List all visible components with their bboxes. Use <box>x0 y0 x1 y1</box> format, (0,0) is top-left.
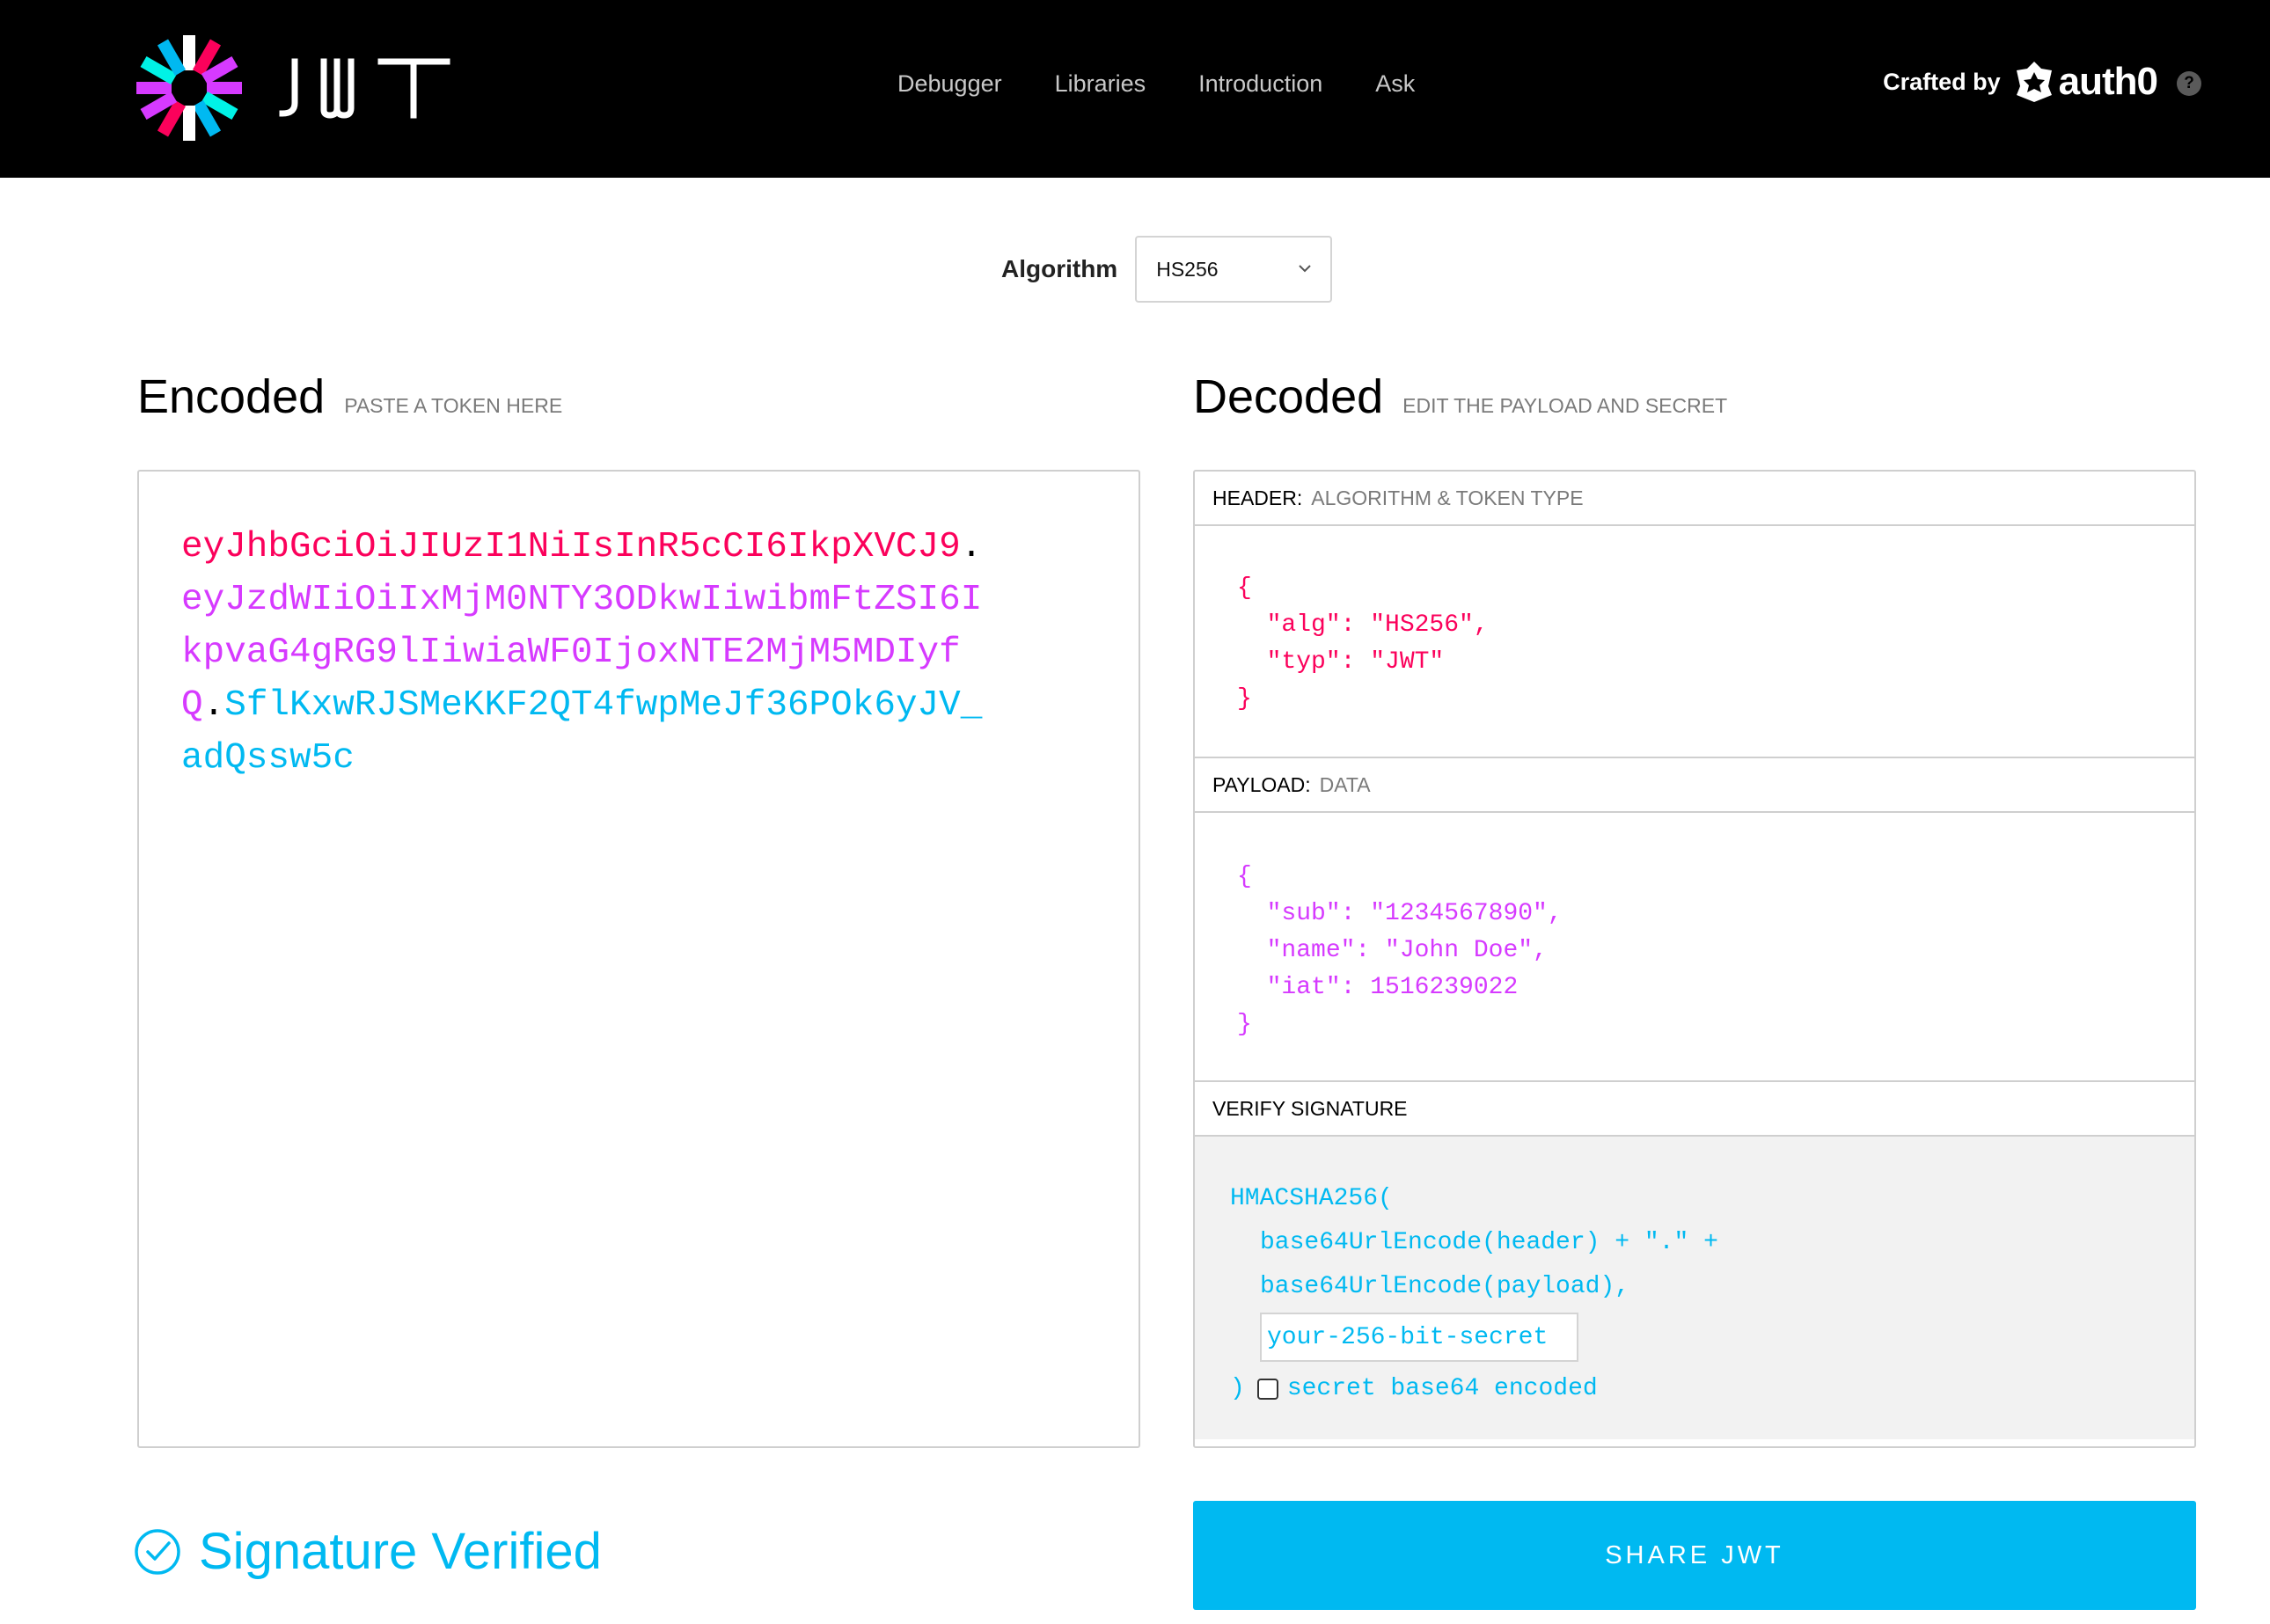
algorithm-value: HS256 <box>1156 257 1219 281</box>
payload-json[interactable]: { "sub": "1234567890", "name": "John Doe… <box>1195 859 2194 1043</box>
nav-introduction[interactable]: Introduction <box>1198 70 1322 98</box>
auth0-shield-icon <box>2016 62 2052 102</box>
sig-header-line: base64UrlEncode(header) + "." + <box>1260 1229 1718 1256</box>
encoded-token[interactable]: eyJhbGciOiJIUzI1NiIsInR5cCI6IkpXVCJ9.eyJ… <box>181 521 1000 785</box>
sig-close-paren: ) <box>1230 1375 1245 1402</box>
main-nav: Debugger Libraries Introduction Ask <box>897 70 1468 98</box>
chevron-down-icon <box>1299 265 1311 273</box>
decoded-heading: Decoded EDIT THE PAYLOAD AND SECRET <box>1193 369 1727 424</box>
share-jwt-button[interactable]: SHARE JWT <box>1193 1501 2196 1610</box>
check-circle-icon <box>135 1528 180 1575</box>
sig-payload-line: base64UrlEncode(payload), <box>1260 1273 1630 1300</box>
payload-label: PAYLOAD: <box>1212 772 1311 796</box>
algorithm-label: Algorithm <box>1001 255 1118 282</box>
token-header-part: eyJhbGciOiJIUzI1NiIsInR5cCI6IkpXVCJ9 <box>181 527 961 567</box>
encoded-subtitle: PASTE A TOKEN HERE <box>344 394 563 417</box>
decoded-title: Decoded <box>1193 370 1384 423</box>
help-icon[interactable]: ? <box>2177 71 2201 96</box>
verify-label: VERIFY SIGNATURE <box>1212 1096 1408 1120</box>
header-desc: ALGORITHM & TOKEN TYPE <box>1311 486 1584 509</box>
sig-function: HMACSHA256( <box>1230 1185 1393 1212</box>
nav-libraries[interactable]: Libraries <box>1055 70 1146 98</box>
crafted-by-label: Crafted by <box>1883 68 2001 95</box>
algorithm-selector: Algorithm HS256 <box>1001 236 1333 303</box>
payload-section-title: PAYLOAD: DATA <box>1195 758 2194 813</box>
encoded-title: Encoded <box>137 370 326 423</box>
verify-signature-body: HMACSHA256( base64UrlEncode(header) + ".… <box>1195 1137 2194 1439</box>
decoded-subtitle: EDIT THE PAYLOAD AND SECRET <box>1402 394 1728 417</box>
algorithm-select[interactable]: HS256 <box>1135 236 1333 303</box>
jwt-wordmark <box>279 58 450 119</box>
header-label: HEADER: <box>1212 486 1303 509</box>
top-navbar: Debugger Libraries Introduction Ask Craf… <box>0 0 2270 178</box>
base64-label: secret base64 encoded <box>1286 1375 1598 1402</box>
header-section-title: HEADER: ALGORITHM & TOKEN TYPE <box>1195 472 2194 526</box>
jwt-logo-icon <box>136 35 242 141</box>
signature-status-text: Signature Verified <box>199 1523 602 1580</box>
token-dot: . <box>960 527 983 567</box>
token-dot: . <box>202 685 225 726</box>
nav-ask[interactable]: Ask <box>1375 70 1415 98</box>
base64-checkbox[interactable] <box>1256 1379 1278 1400</box>
token-signature-part: SflKxwRJSMeKKF2QT4fwpMeJf36POk6yJV_adQss… <box>181 685 983 779</box>
header-json-editor[interactable]: { "alg": "HS256", "typ": "JWT" } <box>1195 526 2194 758</box>
auth0-wordmark: auth0 <box>2058 60 2158 103</box>
secret-input[interactable] <box>1260 1313 1578 1362</box>
payload-json-editor[interactable]: { "sub": "1234567890", "name": "John Doe… <box>1195 813 2194 1082</box>
verify-signature-title: VERIFY SIGNATURE <box>1195 1082 2194 1137</box>
jwt-logo[interactable] <box>136 35 451 141</box>
payload-desc: DATA <box>1319 772 1371 796</box>
header-json[interactable]: { "alg": "HS256", "typ": "JWT" } <box>1195 570 2194 718</box>
encoded-token-editor[interactable]: eyJhbGciOiJIUzI1NiIsInR5cCI6IkpXVCJ9.eyJ… <box>137 470 1140 1448</box>
nav-debugger[interactable]: Debugger <box>897 70 1002 98</box>
encoded-heading: Encoded PASTE A TOKEN HERE <box>137 369 562 424</box>
decoded-panel: HEADER: ALGORITHM & TOKEN TYPE { "alg": … <box>1193 470 2196 1448</box>
signature-status: Signature Verified <box>134 1522 602 1581</box>
crafted-by-auth0[interactable]: Crafted by auth0 ? <box>1883 60 2201 104</box>
sig-close-row: ) secret base64 encoded <box>1230 1367 2194 1411</box>
